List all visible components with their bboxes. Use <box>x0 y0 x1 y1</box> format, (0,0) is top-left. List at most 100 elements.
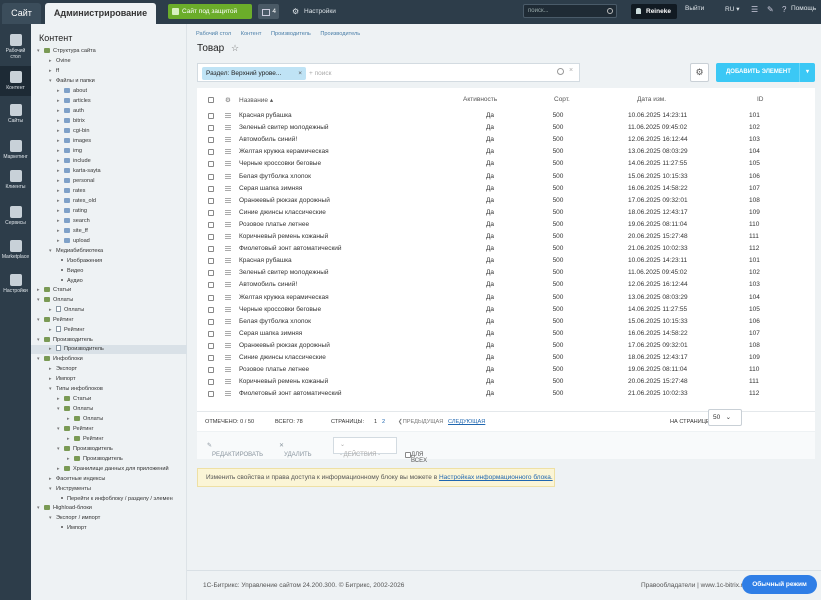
breadcrumb-item[interactable]: Производитель <box>271 31 311 37</box>
tree-item[interactable]: Аудио <box>59 277 83 286</box>
help-icon[interactable]: ? <box>782 6 790 14</box>
table-row[interactable]: Зеленый свитер молодежный Да 500 11.06.2025… <box>197 267 815 279</box>
filter-chip[interactable]: Раздел: Верхний урове... × <box>202 67 306 80</box>
search-icon[interactable] <box>607 8 613 14</box>
cell-name[interactable]: Коричневый ремень кожаный <box>239 231 328 243</box>
cell-name[interactable]: Черные кроссовки беговые <box>239 158 321 170</box>
star-icon[interactable]: ☆ <box>231 43 239 54</box>
tree-item[interactable]: ▸ Фасетные индексы <box>49 475 105 484</box>
pin-icon[interactable]: ✎ <box>767 6 775 14</box>
nav-desktop[interactable]: Рабочий стол <box>0 34 31 60</box>
row-checkbox[interactable] <box>208 173 214 180</box>
chevron-down-icon[interactable]: ▾ <box>37 336 44 345</box>
tree-item[interactable]: ▸ karta-sayta <box>57 167 101 176</box>
row-menu-icon[interactable] <box>225 258 231 264</box>
chevron-right-icon[interactable]: ▸ <box>67 415 74 424</box>
tree-item[interactable]: ▸ about <box>57 87 87 96</box>
site-secure-button[interactable]: Сайт под защитой <box>168 4 252 19</box>
chevron-right-icon[interactable]: ▸ <box>57 395 64 404</box>
nav-marketplace[interactable]: Marketplace <box>0 240 31 260</box>
chevron-right-icon[interactable]: ▸ <box>49 326 56 335</box>
row-menu-icon[interactable] <box>225 209 231 215</box>
row-checkbox[interactable] <box>208 246 214 253</box>
tree-item[interactable]: ▾ Структура сайта <box>37 47 96 56</box>
table-row[interactable]: Оранжевый рюкзак дорожный Да 500 17.06.2025… <box>197 195 815 207</box>
cell-name[interactable]: Белая футболка хлопок <box>239 316 311 328</box>
row-menu-icon[interactable] <box>225 270 231 276</box>
next-page[interactable]: СЛЕДУЮЩАЯ <box>448 412 485 432</box>
chevron-right-icon[interactable]: ▸ <box>57 137 64 146</box>
add-element-button[interactable]: ДОБАВИТЬ ЭЛЕМЕНТ ▾ <box>716 63 815 82</box>
chevron-down-icon[interactable]: ▾ <box>49 247 56 256</box>
chevron-right-icon[interactable]: ▸ <box>37 286 44 295</box>
row-checkbox[interactable] <box>208 125 214 132</box>
chevron-right-icon[interactable]: ▸ <box>57 207 64 216</box>
chevron-down-icon[interactable]: ▾ <box>49 385 56 394</box>
chevron-down-icon[interactable]: ▾ <box>37 316 44 325</box>
tree-item[interactable]: ▸ img <box>57 147 82 156</box>
tree-item[interactable]: Изображения <box>59 257 102 266</box>
row-menu-icon[interactable] <box>225 173 231 179</box>
chevron-right-icon[interactable]: ▸ <box>49 375 56 384</box>
tree-item[interactable]: ▾ Производитель <box>57 445 113 454</box>
chevron-right-icon[interactable]: ▸ <box>57 157 64 166</box>
site-link[interactable]: www.1c-bitrix.ru <box>701 582 747 589</box>
cell-name[interactable]: Автомобиль синий! <box>239 279 297 291</box>
row-menu-icon[interactable] <box>225 294 231 300</box>
settings-link[interactable]: Настройки <box>292 4 336 19</box>
filter-search-bar[interactable]: Раздел: Верхний урове... × + поиск × <box>197 63 580 82</box>
chevron-right-icon[interactable]: ▸ <box>67 455 74 464</box>
tree-item[interactable]: ▸ rating <box>57 207 87 216</box>
delete-button[interactable]: ✕ УДАЛИТЬ <box>279 442 312 458</box>
cell-name[interactable]: Красная рубашка <box>239 255 292 267</box>
nav-marketing[interactable]: Маркетинг <box>0 140 31 160</box>
table-row[interactable]: Розовое платье летнее Да 500 19.06.2025 08:… <box>197 364 815 376</box>
chevron-right-icon[interactable]: ▸ <box>57 87 64 96</box>
table-row[interactable]: Черные кроссовки беговые Да 500 14.06.2025 … <box>197 158 815 170</box>
chevron-down-icon[interactable]: ▾ <box>57 425 64 434</box>
row-menu-icon[interactable] <box>225 367 231 373</box>
cell-name[interactable]: Желтая кружка керамическая <box>239 146 329 158</box>
table-row[interactable]: Белая футболка хлопок Да 500 15.06.2025 10:… <box>197 316 815 328</box>
tree-item[interactable]: ▸ include <box>57 157 91 166</box>
chevron-down-icon[interactable]: ▾ <box>57 405 64 414</box>
tree-item[interactable]: ▾ Типы инфоблоков <box>49 385 103 394</box>
table-row[interactable]: Красная рубашка Да 500 10.06.2025 14:23:11 1… <box>197 255 815 267</box>
cell-name[interactable]: Фиолетовый зонт автоматический <box>239 243 342 255</box>
cell-name[interactable]: Желтая кружка керамическая <box>239 292 329 304</box>
chevron-right-icon[interactable]: ▸ <box>57 187 64 196</box>
chevron-down-icon[interactable]: ▾ <box>49 485 56 494</box>
normal-mode-button[interactable]: Обычный режим <box>742 575 817 594</box>
table-row[interactable]: Фиолетовый зонт автоматический Да 500 21.06… <box>197 243 815 255</box>
tree-item[interactable]: ▾ Оплаты <box>37 296 73 305</box>
tree-item[interactable]: ▸ rates_old <box>57 197 96 206</box>
prev-page[interactable]: ❮ ПРЕДЫДУЩАЯ <box>398 412 443 432</box>
cell-name[interactable]: Зеленый свитер молодежный <box>239 267 329 279</box>
row-checkbox[interactable] <box>208 197 214 204</box>
table-row[interactable]: Автомобиль синий! Да 500 12.06.2025 16:12:4… <box>197 279 815 291</box>
tab-site[interactable]: Сайт <box>2 3 41 24</box>
cell-name[interactable]: Оранжевый рюкзак дорожный <box>239 195 330 207</box>
cell-name[interactable]: Серая шапка зимняя <box>239 183 302 195</box>
tree-item[interactable]: ▸ Ovine <box>49 57 71 66</box>
row-menu-icon[interactable] <box>225 234 231 239</box>
chevron-right-icon[interactable]: ▸ <box>49 365 56 374</box>
row-menu-icon[interactable] <box>225 330 231 336</box>
chevron-right-icon[interactable]: ▸ <box>49 345 56 354</box>
chevron-right-icon[interactable]: ▸ <box>57 97 64 106</box>
row-menu-icon[interactable] <box>225 342 231 348</box>
tree-item[interactable]: ▾ Экспорт / импорт <box>49 514 100 523</box>
tree-item[interactable]: ▸ images <box>57 137 91 146</box>
tree-item[interactable]: ▸ auth <box>57 107 84 116</box>
nav-sites[interactable]: Сайты <box>0 104 31 124</box>
table-row[interactable]: Серая шапка зимняя Да 500 16.06.2025 14:58:… <box>197 328 815 340</box>
list-settings-button[interactable]: ⚙ <box>690 63 709 82</box>
tree-item[interactable]: ▸ search <box>57 217 90 226</box>
column-header-id[interactable]: ID <box>757 96 764 103</box>
row-checkbox[interactable] <box>208 113 214 119</box>
row-menu-icon[interactable] <box>225 221 231 227</box>
chevron-right-icon[interactable]: ▸ <box>57 217 64 226</box>
row-checkbox[interactable] <box>208 318 214 325</box>
page-1[interactable]: 1 <box>374 412 377 432</box>
row-checkbox[interactable] <box>208 185 214 192</box>
